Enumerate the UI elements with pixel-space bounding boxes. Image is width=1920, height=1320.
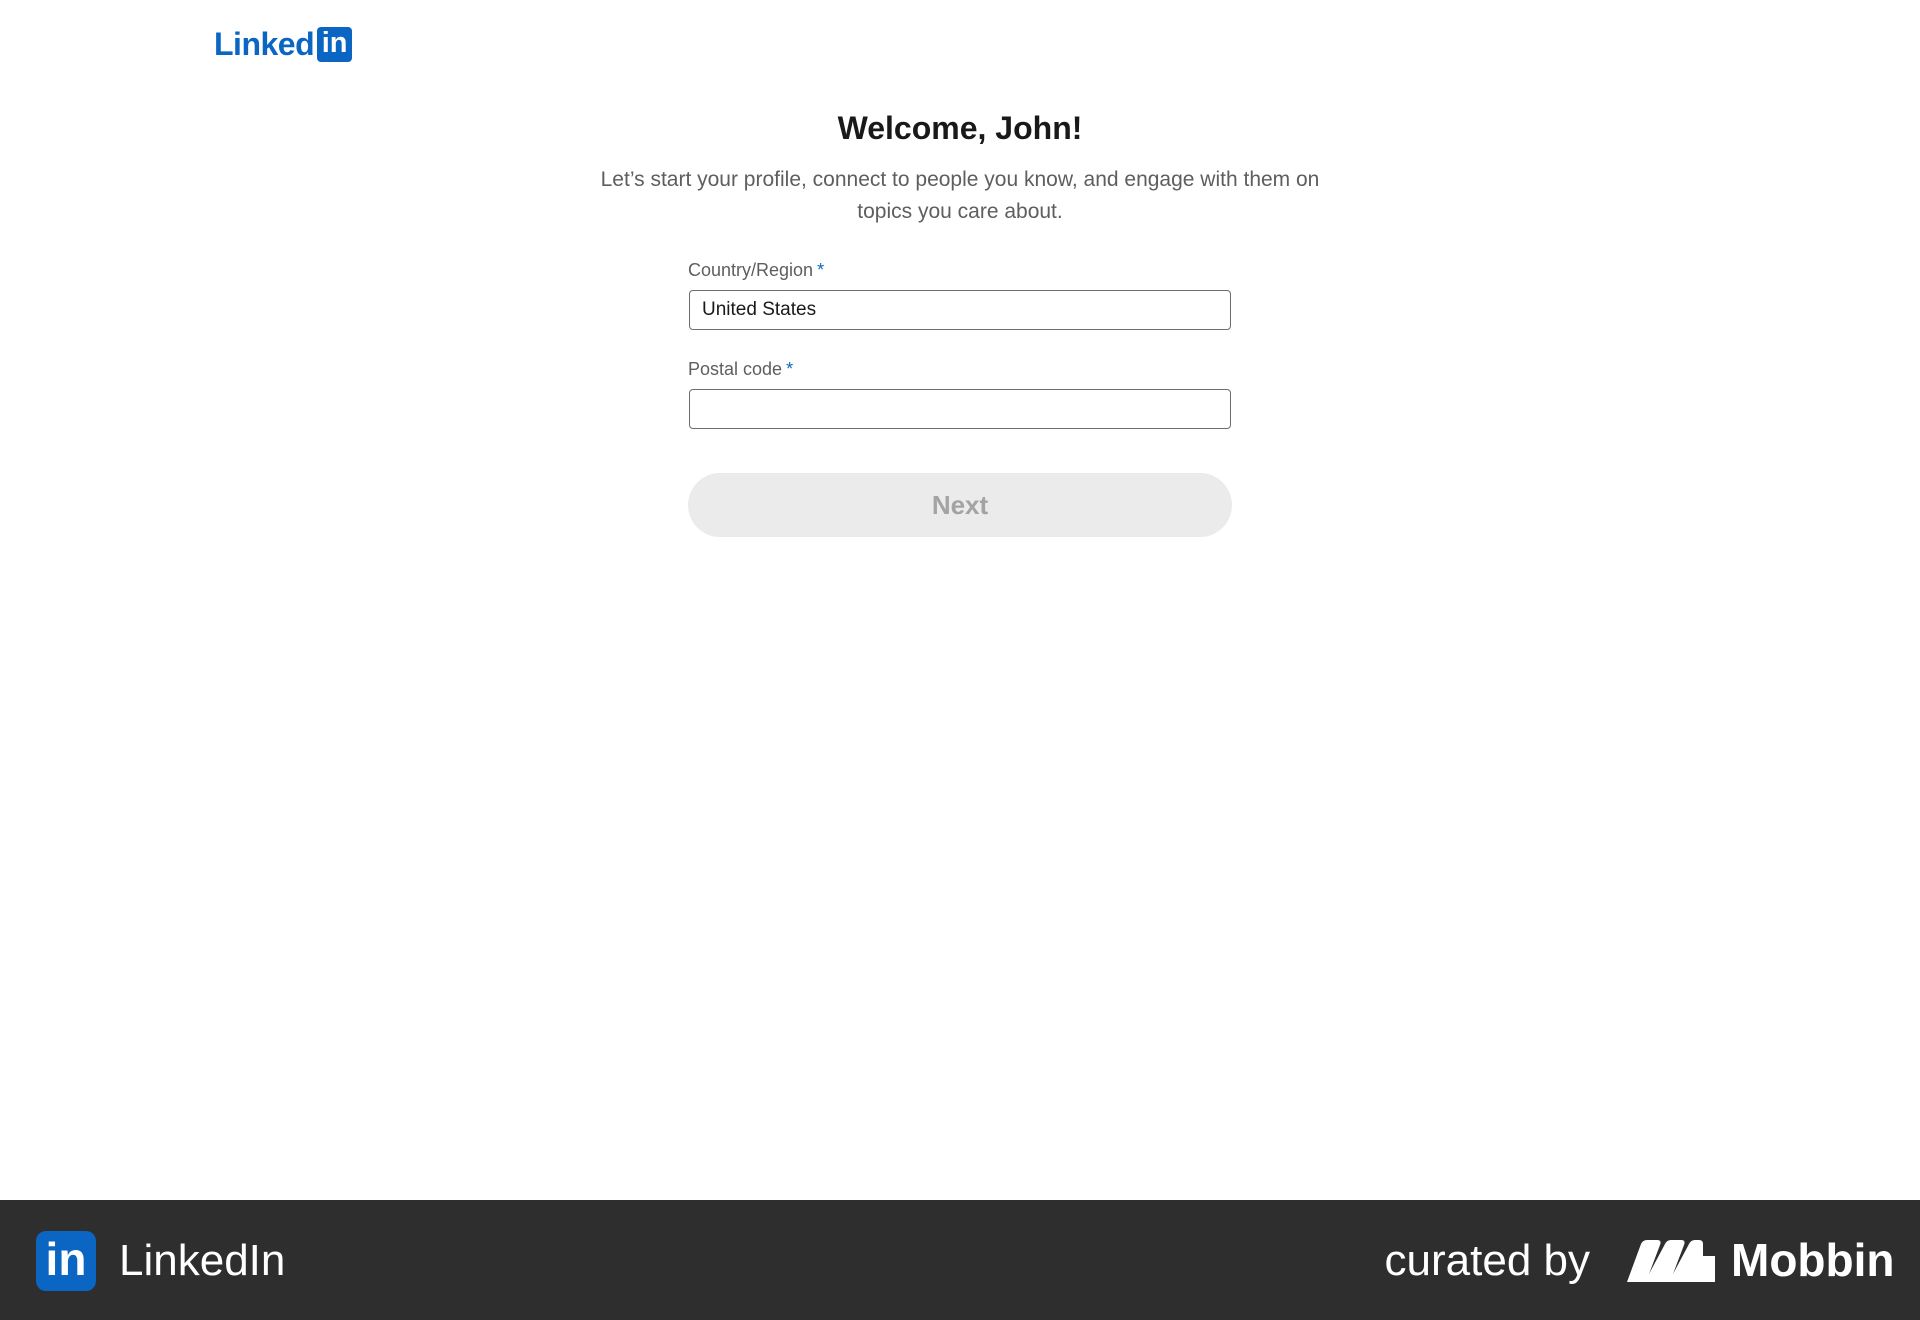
profile-location-form: Country/Region* Postal code* Next [688, 258, 1232, 537]
postal-field-group: Postal code * [688, 357, 1232, 429]
required-asterisk: * [817, 260, 825, 280]
postal-code-input[interactable] [689, 389, 1231, 429]
page-title: Welcome, John! [837, 110, 1083, 146]
postal-label-text: Postal code [688, 359, 783, 379]
mobbin-brand-name: Mobbin [1731, 1234, 1895, 1286]
postal-label: Postal code * [688, 357, 1232, 381]
linkedin-app-icon: in [36, 1231, 96, 1291]
page-subtitle: Let’s start your profile, connect to peo… [600, 168, 1320, 223]
footer-bar: in LinkedIn curated by Mobbin [0, 1200, 1920, 1320]
country-field-group: Country/Region * [688, 258, 1232, 330]
next-button[interactable]: Next [688, 473, 1232, 537]
logo-in-box: in [317, 26, 353, 62]
page: Linked in Welcome, John! Let’s start you… [0, 0, 1920, 1320]
curated-by-text: curated by [1384, 1236, 1590, 1285]
footer-app-name: LinkedIn [119, 1236, 286, 1285]
mobbin-logo-icon [1627, 1240, 1715, 1282]
country-label-text: Country/Region [688, 260, 814, 280]
country-label: Country/Region * [688, 258, 1232, 282]
logo-wordmark: Linked [214, 26, 315, 62]
country-input[interactable] [689, 290, 1231, 330]
main-content: Welcome, John! Let’s start your profile,… [0, 108, 1920, 537]
linkedin-logo[interactable]: Linked in [214, 26, 353, 62]
required-asterisk: * [786, 359, 794, 379]
